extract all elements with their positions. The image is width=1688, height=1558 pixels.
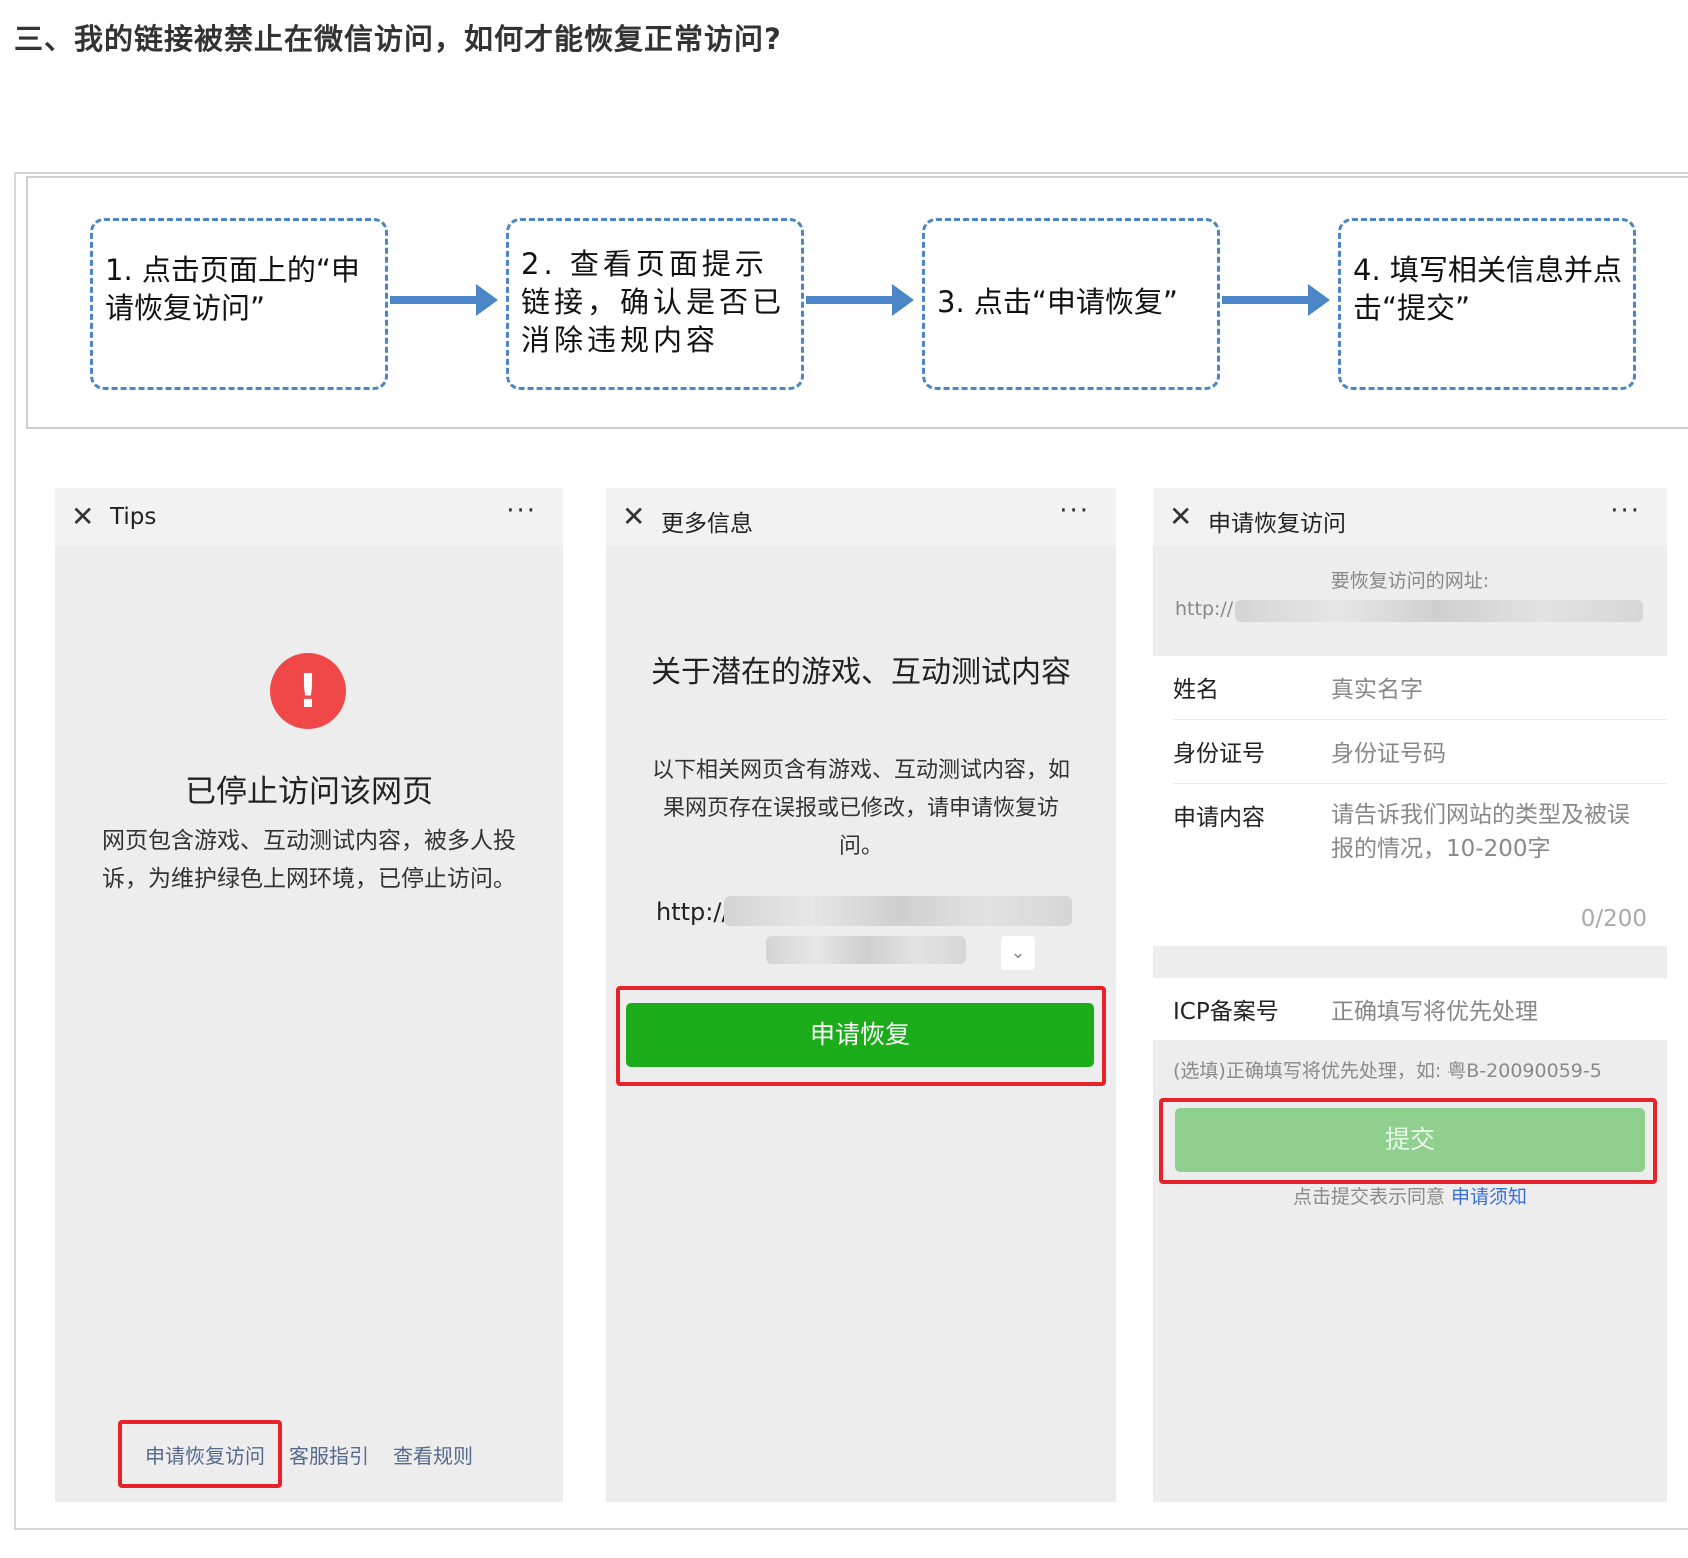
icp-hint: (选填)正确填写将优先处理，如: 粤B-20090059-5 <box>1173 1060 1602 1082</box>
view-rules-link[interactable]: 查看规则 <box>393 1440 473 1469</box>
phone-topbar: ✕ Tips ··· <box>55 488 563 546</box>
field-label: 身份证号 <box>1173 741 1265 767</box>
phone-screen-tips: ✕ Tips ··· ! 已停止访问该网页 网页包含游戏、互动测试内容，被多人投… <box>55 488 563 1502</box>
flow-diagram: 1. 点击页面上的“申请恢复访问” 2. 查看页面提示链接，确认是否已消除违规内… <box>26 176 1688 429</box>
flow-step-3: 3. 点击“申请恢复” <box>922 218 1220 390</box>
flow-step-4: 4. 填写相关信息并点击“提交” <box>1338 218 1636 390</box>
more-icon[interactable]: ··· <box>1059 496 1090 526</box>
warning-icon: ! <box>270 653 346 729</box>
restore-url: http:// <box>1175 598 1234 620</box>
info-headline: 关于潜在的游戏、互动测试内容 <box>651 655 1071 690</box>
screen-title: 申请恢复访问 <box>1208 511 1346 537</box>
field-label: ICP备案号 <box>1173 999 1279 1025</box>
field-placeholder: 身份证号码 <box>1331 741 1446 767</box>
close-icon[interactable]: ✕ <box>71 500 94 533</box>
highlight-box <box>616 986 1106 1086</box>
field-placeholder: 真实名字 <box>1331 677 1423 703</box>
page-heading: 三、我的链接被禁止在微信访问，如何才能恢复正常访问? <box>14 22 782 56</box>
info-description: 以下相关网页含有游戏、互动测试内容，如果网页存在误报或已修改，请申请恢复访问。 <box>651 758 1070 859</box>
char-counter: 0/200 <box>1580 906 1647 932</box>
agreement-label: 点击提交表示同意 <box>1292 1186 1445 1208</box>
more-icon[interactable]: ··· <box>506 496 537 526</box>
blocked-url: http:// <box>656 898 730 926</box>
form-section: 姓名 真实名字 身份证号 身份证号码 申请内容 请告诉我们网站的类型及被误报的情… <box>1153 656 1667 946</box>
application-notice-link[interactable]: 申请须知 <box>1451 1186 1527 1208</box>
blocked-description: 网页包含游戏、互动测试内容，被多人投诉，为维护绿色上网环境，已停止访问。 <box>102 828 516 892</box>
agreement-text: 点击提交表示同意 申请须知 <box>1153 1182 1667 1209</box>
flow-step-1: 1. 点击页面上的“申请恢复访问” <box>90 218 388 390</box>
flow-arrow-icon <box>390 284 498 316</box>
blurred-url <box>766 936 966 964</box>
icp-field[interactable]: ICP备案号 正确填写将优先处理 <box>1173 992 1667 1032</box>
blocked-headline: 已停止访问该网页 <box>185 774 433 810</box>
phone-topbar: ✕ 申请恢复访问 ··· <box>1153 488 1667 546</box>
id-number-field[interactable]: 身份证号 身份证号码 <box>1173 734 1667 784</box>
url-label: 要恢复访问的网址: <box>1330 570 1490 592</box>
screen-title: 更多信息 <box>661 511 753 537</box>
more-icon[interactable]: ··· <box>1610 496 1641 526</box>
flow-arrow-icon <box>1222 284 1330 316</box>
flow-step-2: 2. 查看页面提示链接，确认是否已消除违规内容 <box>506 218 804 390</box>
form-section: ICP备案号 正确填写将优先处理 <box>1153 978 1667 1040</box>
name-field[interactable]: 姓名 真实名字 <box>1173 670 1667 720</box>
screen-title: Tips <box>110 504 157 530</box>
customer-service-link[interactable]: 客服指引 <box>289 1440 369 1469</box>
phone-screen-more-info: ✕ 更多信息 ··· 关于潜在的游戏、互动测试内容 以下相关网页含有游戏、互动测… <box>606 488 1116 1502</box>
highlight-box <box>1159 1098 1657 1184</box>
close-icon[interactable]: ✕ <box>1169 500 1192 533</box>
flow-arrow-icon <box>806 284 914 316</box>
highlight-box <box>118 1420 282 1488</box>
blurred-url <box>1235 600 1643 622</box>
field-label: 姓名 <box>1173 677 1219 703</box>
phone-screen-apply-form: ✕ 申请恢复访问 ··· 要恢复访问的网址: http:// 姓名 真实名字 身… <box>1153 488 1667 1502</box>
phone-topbar: ✕ 更多信息 ··· <box>606 488 1116 546</box>
field-placeholder: 请告诉我们网站的类型及被误报的情况，10-200字 <box>1331 802 1630 862</box>
chevron-down-icon[interactable]: ⌄ <box>1001 936 1035 970</box>
close-icon[interactable]: ✕ <box>622 500 645 533</box>
field-placeholder: 正确填写将优先处理 <box>1331 999 1538 1025</box>
field-label: 申请内容 <box>1173 805 1265 831</box>
blurred-url <box>724 896 1072 926</box>
